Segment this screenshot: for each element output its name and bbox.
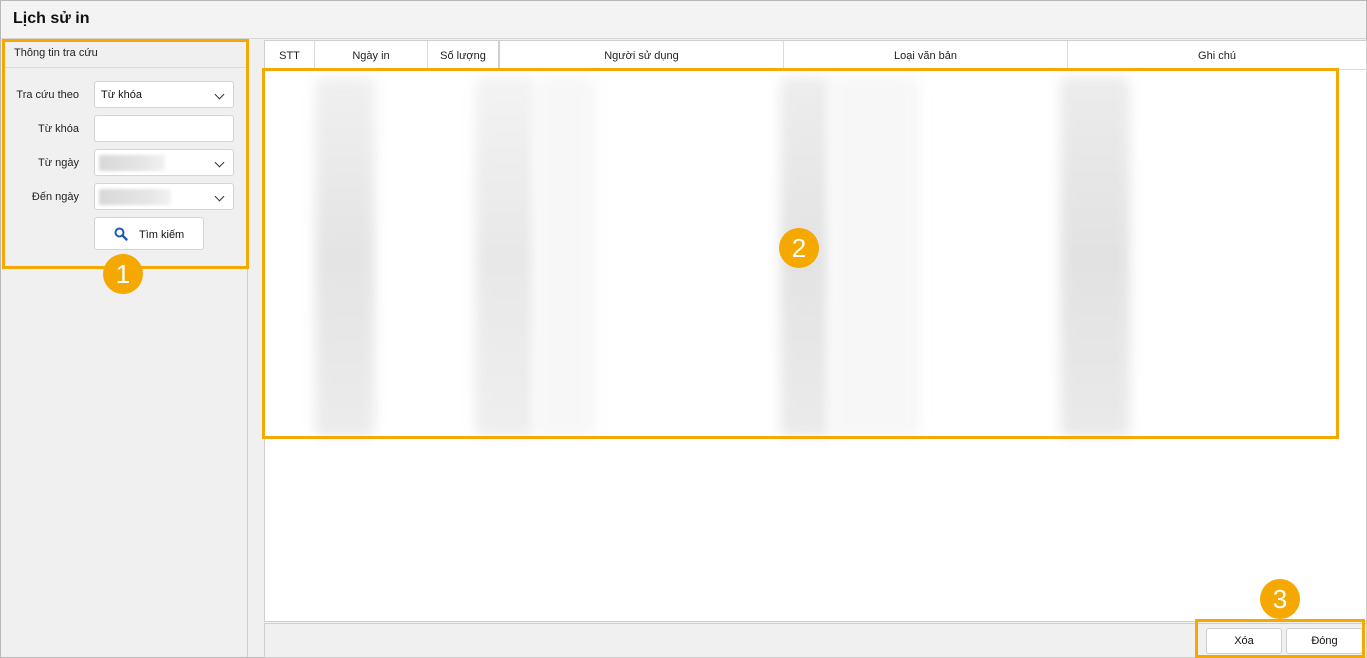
column-header-document-type[interactable]: Loại văn bản [784, 41, 1068, 70]
close-button[interactable]: Đóng [1286, 628, 1363, 654]
keyword-input[interactable] [94, 115, 234, 142]
redacted-column-quantity [475, 77, 535, 437]
from-date-value-redacted [99, 155, 165, 171]
column-header-quantity[interactable]: Số lượng [428, 41, 500, 70]
search-by-label: Tra cứu theo [16, 89, 79, 101]
redacted-column-document-type-text [830, 77, 920, 437]
from-date-label: Từ ngày [38, 157, 79, 169]
search-icon [114, 227, 128, 241]
annotation-badge-3: 3 [1260, 579, 1300, 619]
from-date-picker[interactable] [94, 149, 234, 176]
window-title: Lịch sử in [13, 10, 90, 27]
table-header: STT Ngày in Số lượng Người sử dụng Loại … [265, 41, 1366, 70]
table-body [265, 71, 1366, 622]
print-history-window: Lịch sử in Thông tin tra cứu Tra cứu the… [0, 0, 1367, 658]
column-header-note[interactable]: Ghi chú [1068, 41, 1366, 70]
annotation-badge-1: 1 [103, 254, 143, 294]
search-button-label: Tìm kiếm [139, 229, 185, 241]
print-history-table: STT Ngày in Số lượng Người sử dụng Loại … [264, 40, 1367, 622]
annotation-badge-2: 2 [779, 228, 819, 268]
search-panel: Thông tin tra cứu Tra cứu theo Từ khóa T… [3, 40, 248, 657]
redacted-column-note [1060, 77, 1130, 437]
delete-button[interactable]: Xóa [1206, 628, 1282, 654]
chevron-down-icon [214, 89, 225, 100]
to-date-value-redacted [99, 189, 171, 205]
chevron-down-icon [214, 191, 225, 202]
column-header-print-date[interactable]: Ngày in [315, 41, 428, 70]
search-by-select[interactable]: Từ khóa [94, 81, 234, 108]
footer-bar: Xóa Đóng [264, 623, 1367, 658]
column-header-user[interactable]: Người sử dụng [500, 41, 784, 70]
search-by-value: Từ khóa [101, 89, 142, 101]
search-button[interactable]: Tìm kiếm [94, 217, 204, 250]
column-header-stt[interactable]: STT [265, 41, 315, 70]
to-date-label: Đến ngày [31, 191, 79, 203]
search-panel-title: Thông tin tra cứu [14, 47, 98, 59]
chevron-down-icon [214, 157, 225, 168]
to-date-picker[interactable] [94, 183, 234, 210]
keyword-label: Từ khóa [38, 123, 79, 135]
search-panel-header: Thông tin tra cứu [3, 40, 248, 68]
redacted-column-print-date [315, 77, 375, 437]
redacted-column-user [535, 77, 595, 437]
title-bar: Lịch sử in [1, 1, 1366, 39]
